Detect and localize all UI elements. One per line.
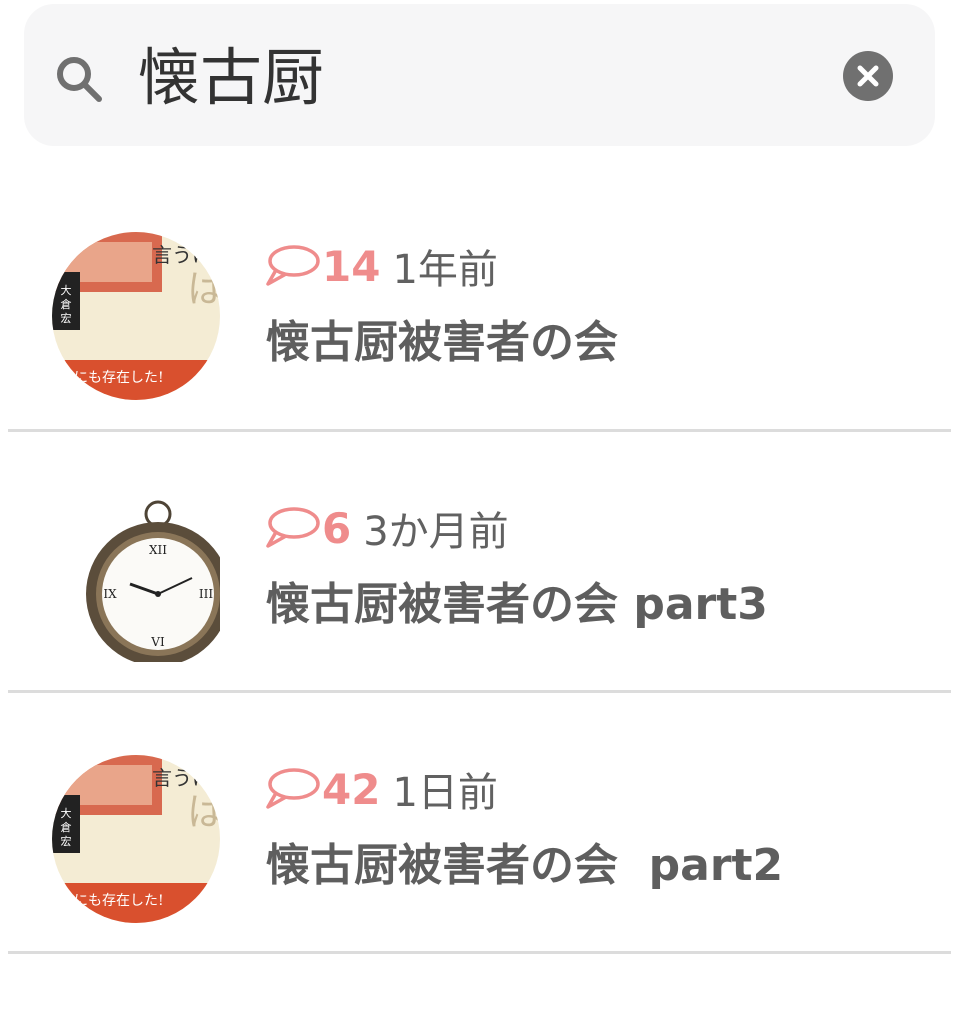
svg-text:前にも存在した!: 前にも存在した! <box>60 369 164 386</box>
comment-icon <box>266 768 320 809</box>
timestamp: 3か月前 <box>363 509 509 555</box>
comment-count: 42 <box>322 764 381 814</box>
book-cover-thumbnail: 大 倉 宏 言うけれど はよか 前にも存在した! <box>52 232 220 400</box>
svg-text:前にも存在した!: 前にも存在した! <box>60 892 164 909</box>
comment-icon <box>266 507 320 548</box>
thread-title[interactable]: 懐古厨被害者の会 part2 <box>266 829 783 893</box>
svg-text:倉: 倉 <box>61 297 72 311</box>
svg-text:大: 大 <box>61 283 72 297</box>
svg-text:宏: 宏 <box>61 834 72 848</box>
comment-count: 14 <box>322 241 381 291</box>
list-item[interactable]: XII III VI IX 6 3か月前 懐古厨被害者の会 part3 <box>0 432 960 693</box>
book-cover-thumbnail: 大 倉 宏 言うけれど はよか 前にも存在した! <box>52 755 220 923</box>
comment-icon <box>266 245 320 286</box>
svg-text:XII: XII <box>149 543 167 557</box>
svg-text:大: 大 <box>61 806 72 820</box>
list-item[interactable]: 大 倉 宏 言うけれど はよか 前にも存在した! 42 1日前 懐古厨被害者の会… <box>0 693 960 954</box>
svg-text:宏: 宏 <box>61 311 72 325</box>
svg-text:はよか: はよか <box>187 790 220 834</box>
timestamp: 1日前 <box>392 770 498 816</box>
thread-title[interactable]: 懐古厨被害者の会 part3 <box>266 568 768 632</box>
comment-count: 6 <box>322 503 352 553</box>
search-icon <box>57 57 102 102</box>
svg-text:言うけれど: 言うけれど <box>152 766 220 790</box>
pocket-watch-thumbnail: XII III VI IX <box>52 494 220 662</box>
svg-text:言うけれど: 言うけれど <box>152 243 220 267</box>
svg-text:はよか: はよか <box>187 267 220 311</box>
search-input[interactable]: 懐古厨 <box>138 38 324 118</box>
svg-text:倉: 倉 <box>61 820 72 834</box>
divider <box>8 951 951 954</box>
timestamp: 1年前 <box>392 247 498 293</box>
clear-search-button[interactable] <box>843 51 893 101</box>
close-icon <box>857 65 879 87</box>
thread-title[interactable]: 懐古厨被害者の会 <box>266 306 618 370</box>
list-item[interactable]: 大 倉 宏 言うけれど はよか 前にも存在した! 14 1年前 懐古厨被害者の会 <box>0 170 960 431</box>
svg-text:VI: VI <box>150 635 165 649</box>
svg-text:III: III <box>199 587 213 601</box>
svg-text:IX: IX <box>103 587 117 601</box>
